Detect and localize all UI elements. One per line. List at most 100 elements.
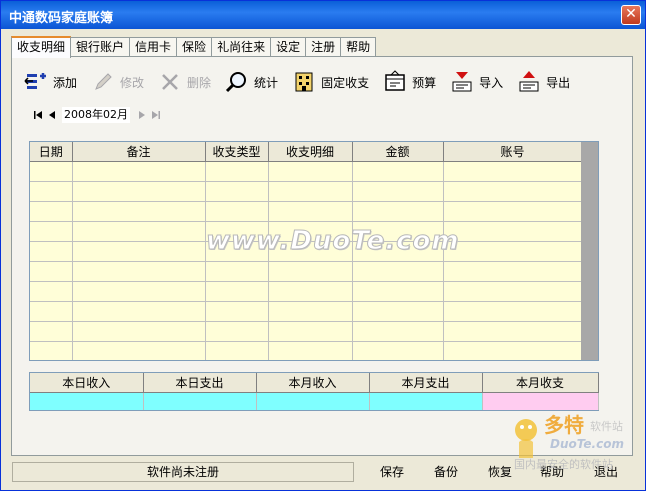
first-month-icon[interactable]: [32, 108, 44, 122]
current-month: 2008年02月: [62, 107, 130, 123]
table-cell[interactable]: [205, 201, 269, 222]
table-cell[interactable]: [30, 301, 73, 322]
table-cell[interactable]: [72, 341, 206, 360]
grid-scrollbar[interactable]: [581, 142, 598, 360]
table-cell[interactable]: [443, 321, 583, 342]
col-date[interactable]: 日期: [30, 142, 73, 162]
month-balance-header: 本月收支: [482, 373, 599, 393]
tab-gifts[interactable]: 礼尚往来: [211, 37, 272, 56]
table-cell[interactable]: [268, 261, 353, 282]
table-cell[interactable]: [268, 341, 353, 360]
table-cell[interactable]: [268, 301, 353, 322]
table-cell[interactable]: [352, 161, 444, 182]
table-cell[interactable]: [72, 321, 206, 342]
table-cell[interactable]: [30, 241, 73, 262]
edit-label: 修改: [120, 75, 145, 90]
save-button[interactable]: 保存: [372, 462, 412, 482]
table-cell[interactable]: [72, 241, 206, 262]
table-cell[interactable]: [72, 161, 206, 182]
table-cell[interactable]: [352, 301, 444, 322]
table-cell[interactable]: [443, 241, 583, 262]
table-cell[interactable]: [205, 181, 269, 202]
import-button[interactable]: 导入: [450, 70, 503, 94]
tab-credit-card[interactable]: 信用卡: [129, 37, 178, 56]
tab-register[interactable]: 注册: [305, 37, 342, 56]
table-cell[interactable]: [205, 321, 269, 342]
summary-panel: 本日收入 本日支出 本月收入 本月支出 本月收支: [29, 372, 599, 411]
table-cell[interactable]: [205, 281, 269, 302]
table-cell[interactable]: [205, 161, 269, 182]
add-button[interactable]: 添加: [24, 70, 77, 94]
table-cell[interactable]: [443, 181, 583, 202]
table-cell[interactable]: [30, 281, 73, 302]
table-cell[interactable]: [205, 301, 269, 322]
table-cell[interactable]: [268, 161, 353, 182]
table-cell[interactable]: [352, 201, 444, 222]
table-cell[interactable]: [443, 261, 583, 282]
edit-button[interactable]: 修改: [91, 70, 144, 94]
table-cell[interactable]: [30, 201, 73, 222]
table-cell[interactable]: [352, 341, 444, 360]
table-row[interactable]: [30, 181, 583, 202]
tab-help[interactable]: 帮助: [340, 37, 377, 56]
table-row[interactable]: [30, 261, 583, 282]
prev-month-icon[interactable]: [46, 108, 58, 122]
table-cell[interactable]: [352, 181, 444, 202]
table-cell[interactable]: [352, 281, 444, 302]
table-cell[interactable]: [268, 181, 353, 202]
table-cell[interactable]: [30, 261, 73, 282]
fixed-income-expense-button[interactable]: 固定收支: [292, 70, 369, 94]
today-expense-value: [143, 392, 257, 410]
delete-button[interactable]: 删除: [158, 70, 211, 94]
table-cell[interactable]: [72, 181, 206, 202]
table-row[interactable]: [30, 301, 583, 322]
table-cell[interactable]: [72, 261, 206, 282]
table-cell[interactable]: [30, 321, 73, 342]
table-row[interactable]: [30, 161, 583, 182]
stats-button[interactable]: 统计: [225, 70, 278, 94]
col-note[interactable]: 备注: [72, 142, 206, 162]
month-navigator: 2008年02月: [32, 106, 164, 124]
table-row[interactable]: [30, 201, 583, 222]
table-cell[interactable]: [72, 301, 206, 322]
table-cell[interactable]: [268, 201, 353, 222]
col-type[interactable]: 收支类型: [205, 142, 269, 162]
next-month-icon[interactable]: [136, 108, 148, 122]
table-row[interactable]: [30, 281, 583, 302]
budget-button[interactable]: 预算: [383, 70, 436, 94]
table-cell[interactable]: [30, 161, 73, 182]
table-cell[interactable]: [443, 161, 583, 182]
close-button[interactable]: ✕: [621, 5, 641, 25]
table-cell[interactable]: [443, 341, 583, 360]
table-cell[interactable]: [30, 181, 73, 202]
table-cell[interactable]: [443, 201, 583, 222]
tab-transactions[interactable]: 收支明细: [11, 36, 72, 58]
table-cell[interactable]: [443, 301, 583, 322]
col-amount[interactable]: 金额: [352, 142, 444, 162]
title-bar: 中通数码家庭账簿 ✕: [1, 1, 645, 29]
table-row[interactable]: [30, 341, 583, 360]
last-month-icon[interactable]: [150, 108, 162, 122]
col-detail[interactable]: 收支明细: [268, 142, 353, 162]
import-label: 导入: [479, 75, 504, 90]
tab-settings[interactable]: 设定: [270, 37, 307, 56]
table-cell[interactable]: [268, 321, 353, 342]
table-cell[interactable]: [352, 261, 444, 282]
table-cell[interactable]: [205, 341, 269, 360]
col-account[interactable]: 账号: [443, 142, 583, 162]
table-cell[interactable]: [30, 341, 73, 360]
table-cell[interactable]: [72, 201, 206, 222]
table-cell[interactable]: [30, 221, 73, 242]
tab-bank-accounts[interactable]: 银行账户: [70, 37, 131, 56]
table-cell[interactable]: [443, 221, 583, 242]
tab-insurance[interactable]: 保险: [176, 37, 213, 56]
table-row[interactable]: [30, 321, 583, 342]
table-cell[interactable]: [443, 281, 583, 302]
table-cell[interactable]: [205, 261, 269, 282]
table-cell[interactable]: [72, 221, 206, 242]
table-cell[interactable]: [72, 281, 206, 302]
table-cell[interactable]: [268, 281, 353, 302]
table-cell[interactable]: [352, 321, 444, 342]
backup-button[interactable]: 备份: [428, 462, 464, 482]
export-button[interactable]: 导出: [517, 70, 570, 94]
